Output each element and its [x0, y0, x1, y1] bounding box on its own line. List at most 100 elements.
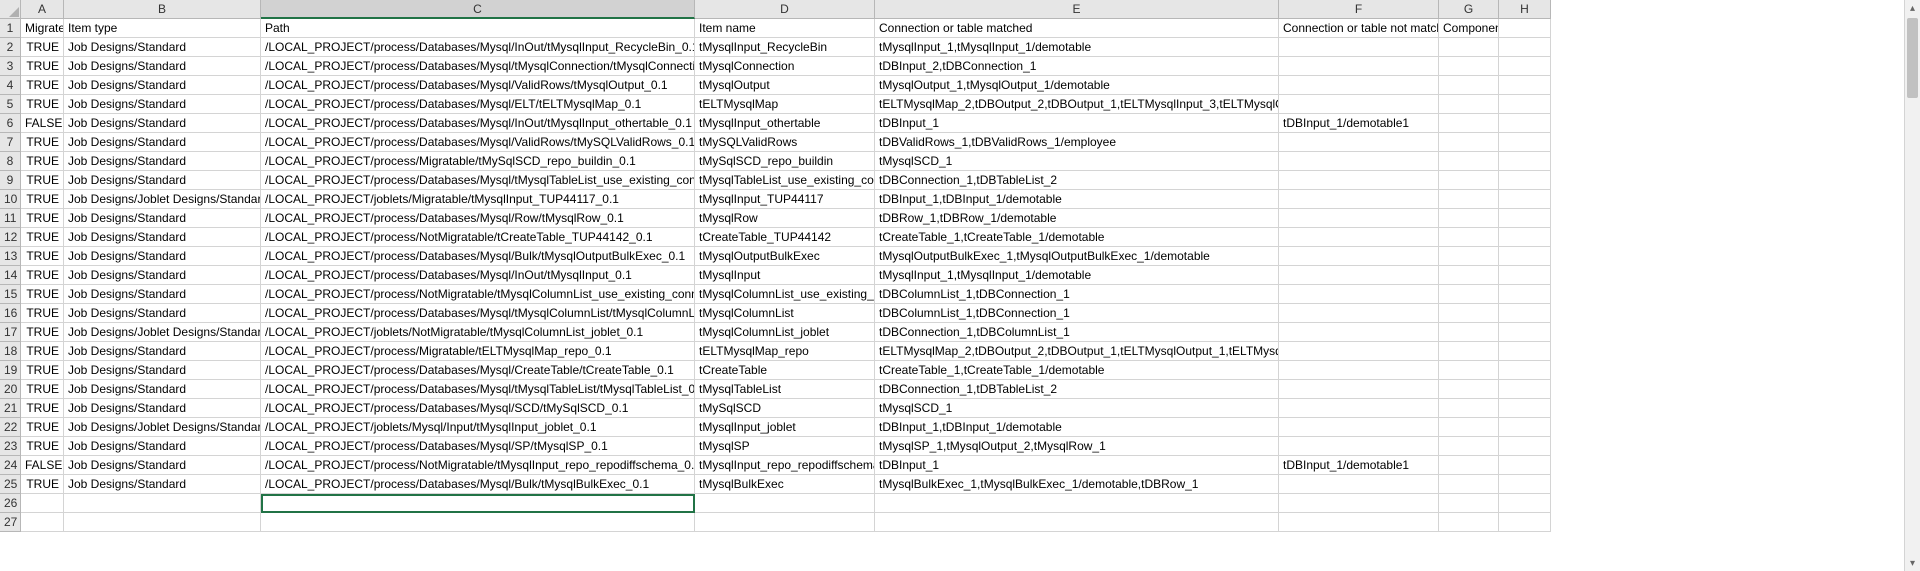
cell-B19[interactable]: Job Designs/Standard: [64, 361, 261, 380]
row-header-13[interactable]: 13: [0, 247, 21, 266]
cell-H19[interactable]: [1499, 361, 1551, 380]
cell-G21[interactable]: [1439, 399, 1499, 418]
cell-H9[interactable]: [1499, 171, 1551, 190]
row-header-4[interactable]: 4: [0, 76, 21, 95]
cell-G12[interactable]: [1439, 228, 1499, 247]
cell-C27[interactable]: [261, 513, 695, 532]
cell-D25[interactable]: tMysqlBulkExec: [695, 475, 875, 494]
cell-A7[interactable]: TRUE: [21, 133, 64, 152]
cell-B9[interactable]: Job Designs/Standard: [64, 171, 261, 190]
cell-B15[interactable]: Job Designs/Standard: [64, 285, 261, 304]
cell-F21[interactable]: [1279, 399, 1439, 418]
row-header-22[interactable]: 22: [0, 418, 21, 437]
cell-H10[interactable]: [1499, 190, 1551, 209]
cell-F8[interactable]: [1279, 152, 1439, 171]
cell-C25[interactable]: /LOCAL_PROJECT/process/Databases/Mysql/B…: [261, 475, 695, 494]
cell-H23[interactable]: [1499, 437, 1551, 456]
cell-C2[interactable]: /LOCAL_PROJECT/process/Databases/Mysql/I…: [261, 38, 695, 57]
row-header-20[interactable]: 20: [0, 380, 21, 399]
cell-D23[interactable]: tMysqlSP: [695, 437, 875, 456]
cell-G19[interactable]: [1439, 361, 1499, 380]
row-header-12[interactable]: 12: [0, 228, 21, 247]
cell-D18[interactable]: tELTMysqlMap_repo: [695, 342, 875, 361]
cell-D7[interactable]: tMySQLValidRows: [695, 133, 875, 152]
cell-G2[interactable]: [1439, 38, 1499, 57]
cell-B8[interactable]: Job Designs/Standard: [64, 152, 261, 171]
cell-D11[interactable]: tMysqlRow: [695, 209, 875, 228]
row-header-7[interactable]: 7: [0, 133, 21, 152]
row-header-24[interactable]: 24: [0, 456, 21, 475]
col-header-B[interactable]: B: [64, 0, 261, 19]
cell-G22[interactable]: [1439, 418, 1499, 437]
cell-E8[interactable]: tMysqlSCD_1: [875, 152, 1279, 171]
col-header-E[interactable]: E: [875, 0, 1279, 19]
cell-E16[interactable]: tDBColumnList_1,tDBConnection_1: [875, 304, 1279, 323]
cell-A25[interactable]: TRUE: [21, 475, 64, 494]
cell-A13[interactable]: TRUE: [21, 247, 64, 266]
cell-C23[interactable]: /LOCAL_PROJECT/process/Databases/Mysql/S…: [261, 437, 695, 456]
cell-H6[interactable]: [1499, 114, 1551, 133]
cell-B6[interactable]: Job Designs/Standard: [64, 114, 261, 133]
cell-C8[interactable]: /LOCAL_PROJECT/process/Migratable/tMySql…: [261, 152, 695, 171]
scroll-down-arrow[interactable]: ▾: [1905, 555, 1920, 571]
cell-C17[interactable]: /LOCAL_PROJECT/joblets/NotMigratable/tMy…: [261, 323, 695, 342]
cell-H16[interactable]: [1499, 304, 1551, 323]
cell-C12[interactable]: /LOCAL_PROJECT/process/NotMigratable/tCr…: [261, 228, 695, 247]
cell-E22[interactable]: tDBInput_1,tDBInput_1/demotable: [875, 418, 1279, 437]
cell-D21[interactable]: tMySqlSCD: [695, 399, 875, 418]
cell-H25[interactable]: [1499, 475, 1551, 494]
cell-G26[interactable]: [1439, 494, 1499, 513]
cell-D12[interactable]: tCreateTable_TUP44142: [695, 228, 875, 247]
cell-A20[interactable]: TRUE: [21, 380, 64, 399]
cell-G17[interactable]: [1439, 323, 1499, 342]
cell-H22[interactable]: [1499, 418, 1551, 437]
cell-A1[interactable]: Migrated: [21, 19, 64, 38]
cell-B22[interactable]: Job Designs/Joblet Designs/Standard: [64, 418, 261, 437]
cell-B23[interactable]: Job Designs/Standard: [64, 437, 261, 456]
cell-H13[interactable]: [1499, 247, 1551, 266]
cell-B5[interactable]: Job Designs/Standard: [64, 95, 261, 114]
cell-G3[interactable]: [1439, 57, 1499, 76]
cell-G10[interactable]: [1439, 190, 1499, 209]
cell-G20[interactable]: [1439, 380, 1499, 399]
cell-G11[interactable]: [1439, 209, 1499, 228]
cell-H15[interactable]: [1499, 285, 1551, 304]
cell-G15[interactable]: [1439, 285, 1499, 304]
cell-E6[interactable]: tDBInput_1: [875, 114, 1279, 133]
cell-H20[interactable]: [1499, 380, 1551, 399]
cell-F23[interactable]: [1279, 437, 1439, 456]
cell-A16[interactable]: TRUE: [21, 304, 64, 323]
cell-C14[interactable]: /LOCAL_PROJECT/process/Databases/Mysql/I…: [261, 266, 695, 285]
row-header-1[interactable]: 1: [0, 19, 21, 38]
row-header-18[interactable]: 18: [0, 342, 21, 361]
cell-F27[interactable]: [1279, 513, 1439, 532]
cell-B3[interactable]: Job Designs/Standard: [64, 57, 261, 76]
row-header-27[interactable]: 27: [0, 513, 21, 532]
cell-H11[interactable]: [1499, 209, 1551, 228]
cell-D17[interactable]: tMysqlColumnList_joblet: [695, 323, 875, 342]
cell-A2[interactable]: TRUE: [21, 38, 64, 57]
cell-F11[interactable]: [1279, 209, 1439, 228]
cell-E15[interactable]: tDBColumnList_1,tDBConnection_1: [875, 285, 1279, 304]
cell-E11[interactable]: tDBRow_1,tDBRow_1/demotable: [875, 209, 1279, 228]
cell-F5[interactable]: [1279, 95, 1439, 114]
cell-D3[interactable]: tMysqlConnection: [695, 57, 875, 76]
cell-F1[interactable]: Connection or table not matched: [1279, 19, 1439, 38]
cell-C5[interactable]: /LOCAL_PROJECT/process/Databases/Mysql/E…: [261, 95, 695, 114]
cell-H17[interactable]: [1499, 323, 1551, 342]
cell-B11[interactable]: Job Designs/Standard: [64, 209, 261, 228]
cell-E17[interactable]: tDBConnection_1,tDBColumnList_1: [875, 323, 1279, 342]
cell-A6[interactable]: FALSE: [21, 114, 64, 133]
cell-F9[interactable]: [1279, 171, 1439, 190]
cell-H3[interactable]: [1499, 57, 1551, 76]
cell-D8[interactable]: tMySqlSCD_repo_buildin: [695, 152, 875, 171]
cell-E20[interactable]: tDBConnection_1,tDBTableList_2: [875, 380, 1279, 399]
cell-G9[interactable]: [1439, 171, 1499, 190]
cell-D6[interactable]: tMysqlInput_othertable: [695, 114, 875, 133]
cell-E24[interactable]: tDBInput_1: [875, 456, 1279, 475]
cell-A18[interactable]: TRUE: [21, 342, 64, 361]
cell-B13[interactable]: Job Designs/Standard: [64, 247, 261, 266]
cell-B2[interactable]: Job Designs/Standard: [64, 38, 261, 57]
cell-F12[interactable]: [1279, 228, 1439, 247]
spreadsheet-grid[interactable]: ABCDEFGH1MigratedItem typePathItem nameC…: [0, 0, 1920, 532]
